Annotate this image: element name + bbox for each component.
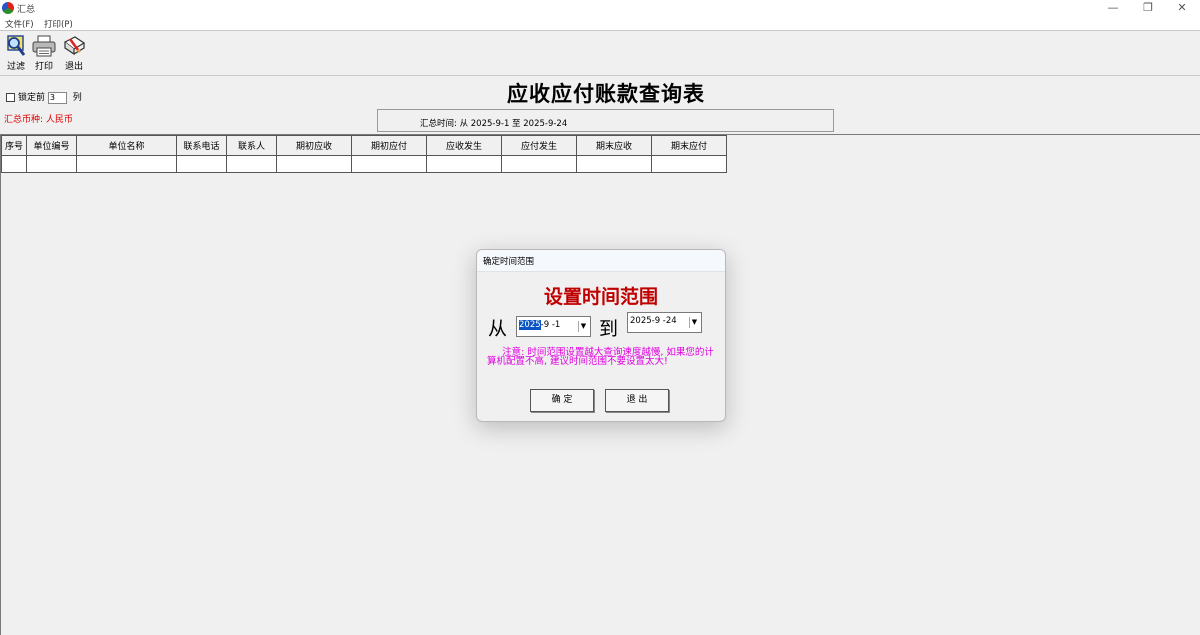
menu-file[interactable]: 文件(F) xyxy=(5,18,34,30)
col-header[interactable]: 应付发生 xyxy=(501,135,577,156)
col-header[interactable]: 联系电话 xyxy=(176,135,227,156)
restore-icon[interactable]: ❐ xyxy=(1131,0,1165,16)
col-header[interactable]: 应收发生 xyxy=(426,135,502,156)
table-row[interactable] xyxy=(1,155,727,173)
menu-separator xyxy=(0,30,1200,31)
from-label: 从 xyxy=(488,318,508,340)
cancel-button[interactable]: 退 出 xyxy=(605,389,669,412)
from-date-picker[interactable]: 2025-9 -1 ▼ xyxy=(516,316,591,337)
table-cell[interactable] xyxy=(651,155,727,173)
toolbar-separator xyxy=(0,75,1200,76)
dialog-heading: 设置时间范围 xyxy=(543,286,658,308)
table-cell[interactable] xyxy=(351,155,427,173)
lock-columns-control: 锁定前 3 列 xyxy=(6,90,82,104)
date-range-dialog: 确定时间范围 设置时间范围 从 2025-9 -1 ▼ 到 2025-9 -24… xyxy=(476,249,726,422)
col-header[interactable]: 期末应收 xyxy=(576,135,652,156)
report-title: 应收应付账款查询表 xyxy=(507,81,705,106)
chevron-down-icon[interactable]: ▼ xyxy=(578,321,588,332)
exit-icon xyxy=(63,36,86,56)
dialog-note-text: 注意: 时间范围设置越大查询速度越慢, 如果您的计算机配置不高, 建议时间范围不… xyxy=(487,347,714,367)
table-cell[interactable] xyxy=(426,155,502,173)
dialog-note: 注意: 时间范围设置越大查询速度越慢, 如果您的计算机配置不高, 建议时间范围不… xyxy=(487,347,717,367)
period-box: 汇总时间: 从 2025-9-1 至 2025-9-24 xyxy=(377,109,834,132)
to-label: 到 xyxy=(599,318,619,340)
printer-icon xyxy=(32,35,56,57)
table-cell[interactable] xyxy=(276,155,352,173)
lock-suffix-label: 列 xyxy=(72,93,82,103)
ok-button[interactable]: 确 定 xyxy=(530,389,594,412)
currency-label: 汇总币种: 人民币 xyxy=(4,115,73,125)
col-header[interactable]: 单位编号 xyxy=(26,135,77,156)
lock-prefix-label: 锁定前 xyxy=(18,93,46,103)
window-titlebar xyxy=(0,0,1200,16)
col-header[interactable]: 期初应付 xyxy=(351,135,427,156)
exit-button[interactable]: 退出 xyxy=(60,34,88,74)
filter-icon xyxy=(7,35,26,56)
col-header[interactable]: 序号 xyxy=(1,135,27,156)
table-cell[interactable] xyxy=(501,155,577,173)
window-title: 汇总 xyxy=(17,5,36,15)
minimize-icon[interactable]: — xyxy=(1096,0,1130,16)
exit-label: 退出 xyxy=(64,62,83,72)
to-date-picker[interactable]: 2025-9 -24 ▼ xyxy=(627,312,702,333)
col-header[interactable]: 期末应付 xyxy=(651,135,727,156)
menu-print[interactable]: 打印(P) xyxy=(44,18,73,30)
chevron-down-icon[interactable]: ▼ xyxy=(689,317,699,328)
col-header[interactable]: 联系人 xyxy=(226,135,277,156)
filter-label: 过滤 xyxy=(6,62,25,72)
table-cell[interactable] xyxy=(176,155,227,173)
print-label: 打印 xyxy=(34,62,53,72)
period-label: 汇总时间: 从 2025-9-1 至 2025-9-24 xyxy=(420,119,568,129)
print-button[interactable]: 打印 xyxy=(30,34,58,74)
filter-button[interactable]: 过滤 xyxy=(2,34,30,74)
lock-columns-input[interactable]: 3 xyxy=(47,91,67,104)
lock-columns-checkbox[interactable] xyxy=(6,93,15,102)
to-date-value: 2025-9 -24 xyxy=(630,316,677,326)
from-year-selected[interactable]: 2025 xyxy=(519,320,541,330)
table-cell[interactable] xyxy=(226,155,277,173)
table-cell[interactable] xyxy=(576,155,652,173)
table-cell[interactable] xyxy=(76,155,177,173)
menu-bar xyxy=(0,16,1200,30)
col-header[interactable]: 期初应收 xyxy=(276,135,352,156)
from-date-rest: -9 -1 xyxy=(540,320,561,330)
grid-header-row: 序号 单位编号 单位名称 联系电话 联系人 期初应收 期初应付 应收发生 应付发… xyxy=(1,135,727,156)
app-icon xyxy=(2,2,14,14)
dialog-title: 确定时间范围 xyxy=(483,257,535,267)
close-icon[interactable]: ✕ xyxy=(1165,0,1199,16)
table-cell[interactable] xyxy=(1,155,27,173)
col-header[interactable]: 单位名称 xyxy=(76,135,177,156)
data-grid[interactable]: 序号 单位编号 单位名称 联系电话 联系人 期初应收 期初应付 应收发生 应付发… xyxy=(1,135,727,173)
table-cell[interactable] xyxy=(26,155,77,173)
